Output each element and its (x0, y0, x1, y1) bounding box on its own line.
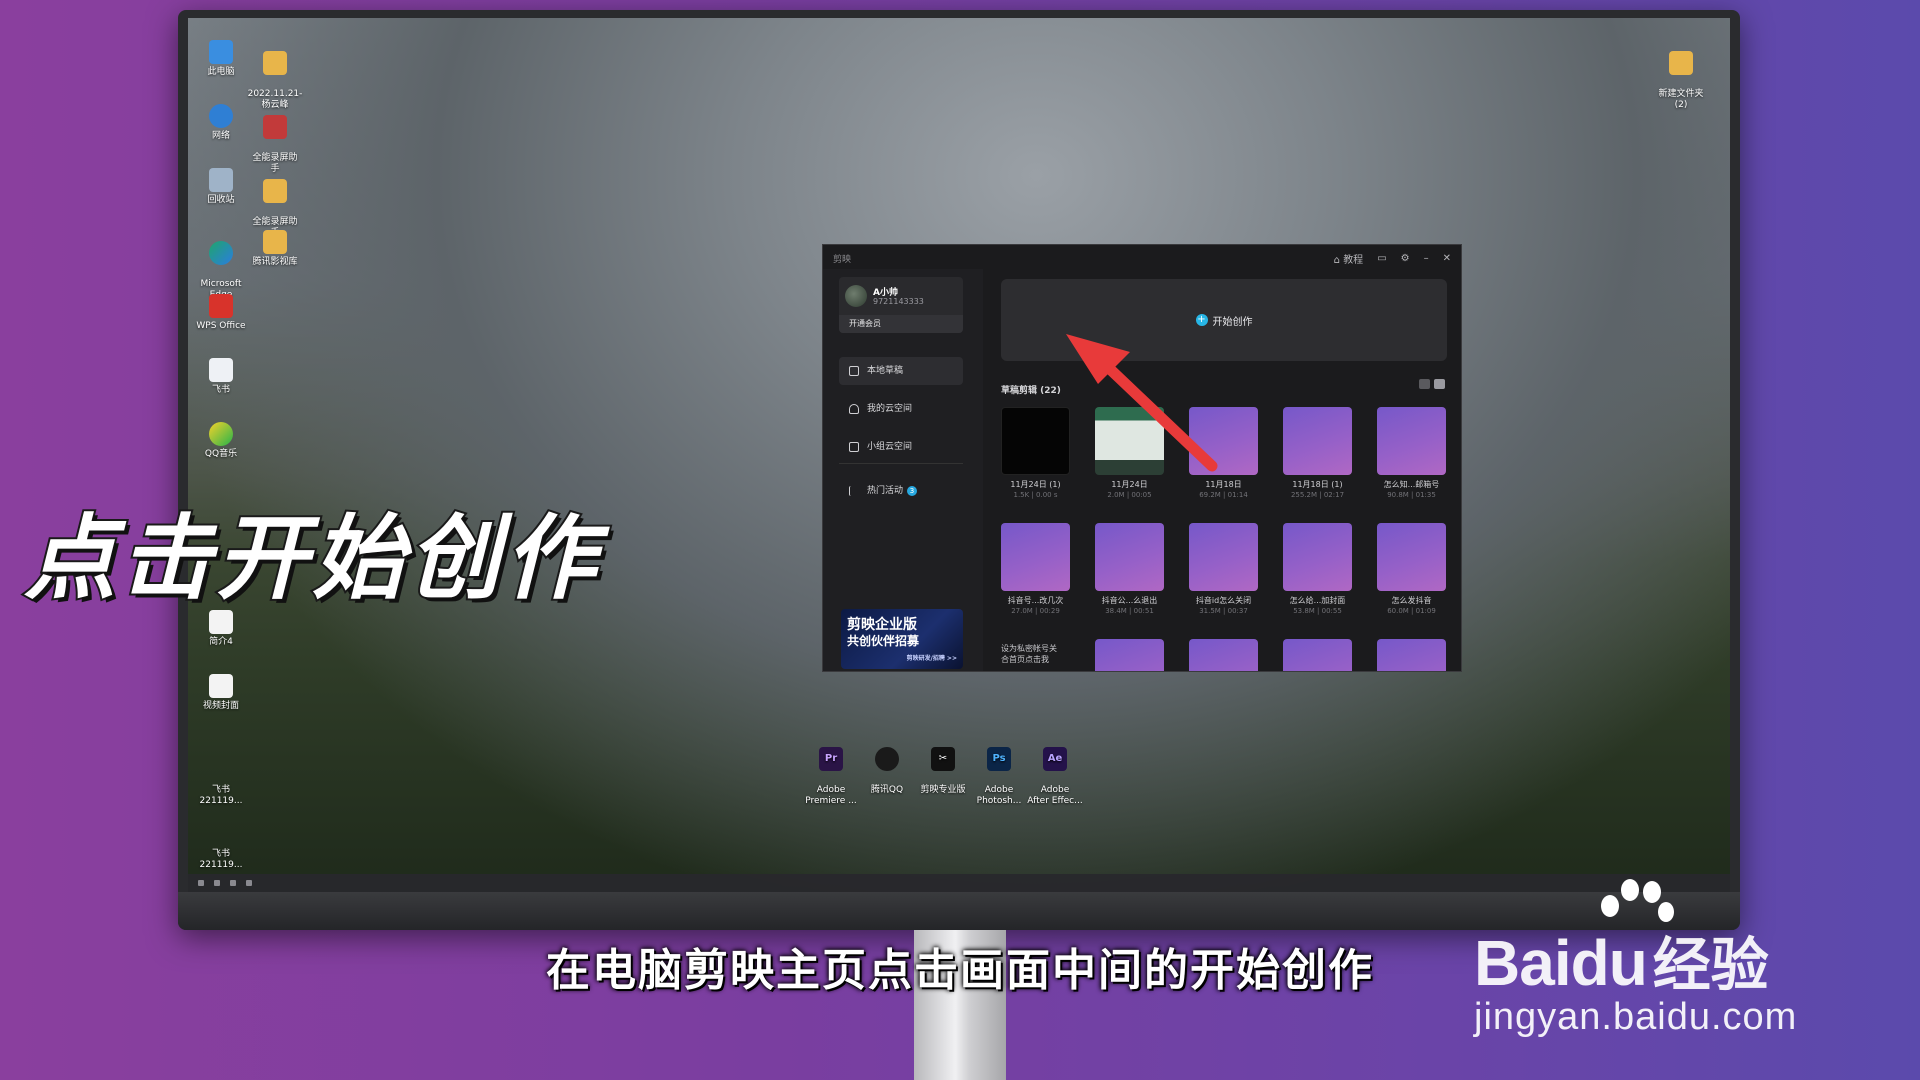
watermark-brand-cn: 经验 (1652, 931, 1769, 999)
watermark-brand: Bai (1474, 927, 1572, 999)
big-caption: 点击开始创作 (22, 503, 601, 614)
baidu-watermark: Baidu 经验 jingyan.baidu.com (1474, 918, 1796, 1038)
watermark-url: jingyan.baidu.com (1474, 996, 1798, 1038)
watermark-du-icon: du (1570, 927, 1648, 999)
